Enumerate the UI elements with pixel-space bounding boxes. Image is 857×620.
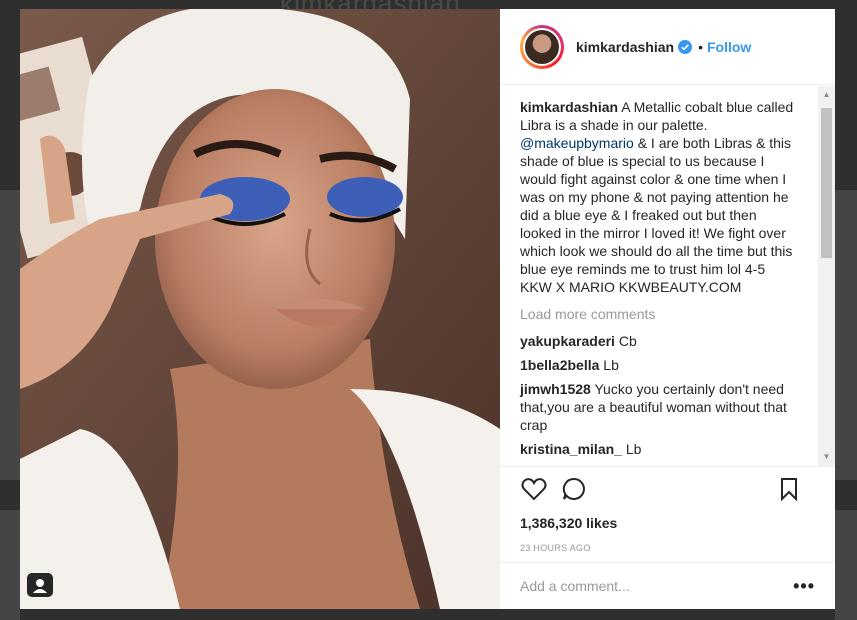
more-options-button[interactable]: ••• [793,576,815,597]
author-username[interactable]: kimkardashian [576,39,674,55]
bookmark-icon [781,478,797,501]
heart-icon [521,478,547,501]
caption-username[interactable]: kimkardashian [520,99,618,115]
comment-item: yakupkaraderi Cb [520,332,795,350]
post-modal: kimkardashian • Follow kimkardashian A M… [20,9,835,609]
user-tag-button[interactable] [27,573,53,597]
post-caption: kimkardashian A Metallic cobalt blue cal… [520,98,795,296]
comment-text: Lb [603,357,619,373]
comments-list[interactable]: kimkardashian A Metallic cobalt blue cal… [500,86,835,466]
separator-dot: • [698,38,703,55]
comment-item: jimwh1528 Yucko you certainly don't need… [520,380,795,434]
add-comment-bar: ••• [500,562,835,609]
post-actions: 1,386,320 likes 23 HOURS AGO [500,466,835,553]
caption-text-continued: & I are both Libras & this shade of blue… [520,135,793,295]
comment-text: Cb [618,333,637,349]
background-thumbnail [0,190,20,480]
comment-username[interactable]: 1bella2bella [520,357,599,373]
add-comment-input[interactable] [520,578,760,594]
comment-username[interactable]: kristina_milan_ [520,441,622,457]
comment-item: 1bella2bella Lb [520,356,795,374]
background-thumbnail [835,190,857,480]
load-more-comments-button[interactable]: Load more comments [520,306,795,322]
comment-item: kristina_milan_ Lb [520,440,795,458]
likes-count[interactable]: 1,386,320 likes [520,515,815,531]
comment-username[interactable]: yakupkaraderi [520,333,615,349]
scroll-up-arrow-icon[interactable]: ▲ [818,88,835,102]
post-header: kimkardashian • Follow [500,9,835,85]
scrollbar-thumb[interactable] [821,108,832,258]
avatar-image [525,29,559,64]
post-timestamp[interactable]: 23 HOURS AGO [520,543,815,553]
background-thumbnail [0,510,20,620]
comment-icon [562,477,585,500]
scroll-down-arrow-icon[interactable]: ▼ [818,450,835,464]
post-details-panel: kimkardashian • Follow kimkardashian A M… [500,9,835,609]
like-button[interactable] [520,475,548,503]
comments-scrollbar[interactable]: ▲ ▼ [818,86,835,466]
comment-username[interactable]: jimwh1528 [520,381,591,397]
save-button[interactable] [775,475,803,503]
caption-mention-link[interactable]: @makeupbymario [520,135,634,151]
comment-button[interactable] [560,475,588,503]
comment-text: Lb [625,441,642,457]
verified-badge-icon [678,39,693,54]
follow-button[interactable]: Follow [707,39,751,55]
background-thumbnail [835,510,857,620]
post-photo-image [20,9,500,609]
user-tag-icon [33,579,47,593]
post-photo[interactable] [20,9,500,609]
avatar[interactable] [520,24,564,69]
